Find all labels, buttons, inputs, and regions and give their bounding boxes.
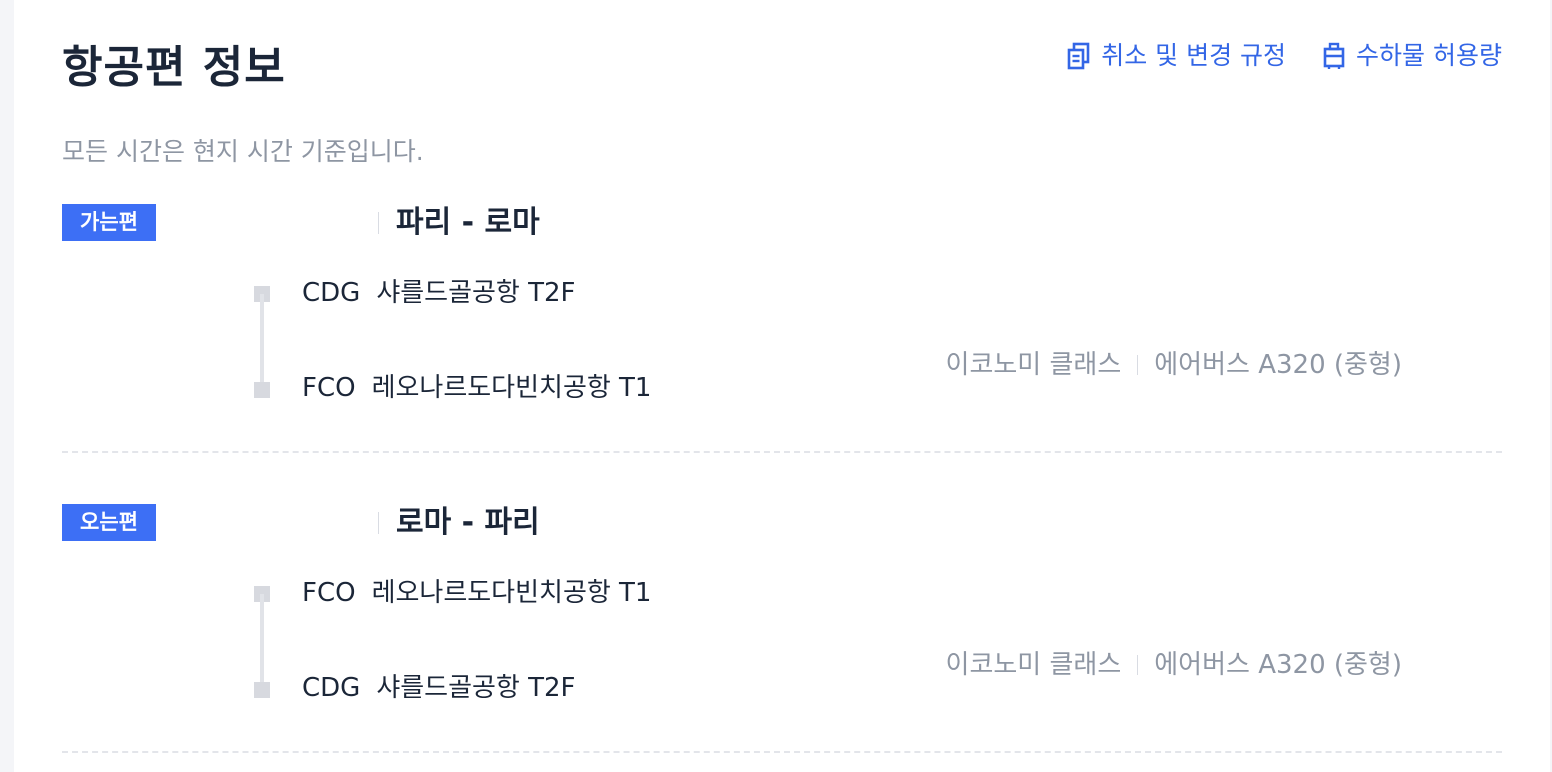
arrival-stop: CDG 샤를드골공항 T2F [302,671,576,705]
outbound-leg: 가는편 파리 - 로마 CDG 샤를드골공항 T2F FCO 레오나르도다빈치공항 … [62,204,1502,444]
arrival-marker [254,682,270,698]
baggage-allowance-link[interactable]: 수하물 허용량 [1322,36,1502,76]
leg-route: 파리 - 로마 [396,205,540,240]
cabin-class: 이코노미 클래스 [945,650,1122,680]
info-separator [1137,655,1139,675]
airport-name: 레오나르도다빈치공항 T1 [371,578,652,608]
airport-name: 레오나르도다빈치공항 T1 [371,373,652,403]
info-separator [1137,355,1139,375]
route-separator [378,212,379,234]
leg-divider [62,451,1502,453]
leg-info: 이코노미 클래스 에어버스 A320 (중형) [946,646,1402,684]
route-separator [378,512,379,534]
leg-divider [62,751,1502,753]
arrival-stop: FCO 레오나르도다빈치공항 T1 [302,371,651,405]
luggage-icon [1322,42,1346,70]
airport-code: CDG [302,278,361,308]
aircraft-type: 에어버스 A320 (중형) [1154,650,1402,680]
cancel-rules-link[interactable]: 취소 및 변경 규정 [1067,36,1286,76]
cancel-rules-label: 취소 및 변경 규정 [1101,41,1287,70]
airport-name: 샤를드골공항 T2F [376,278,576,308]
document-copy-icon [1067,42,1091,70]
local-time-notice: 모든 시간은 현지 시간 기준입니다. [62,137,424,166]
timeline-line [260,594,264,684]
airport-code: CDG [302,673,361,703]
airport-code: FCO [302,373,356,403]
return-leg: 오는편 로마 - 파리 FCO 레오나르도다빈치공항 T1 CDG 샤를드골공항 T… [62,504,1502,744]
leg-badge: 오는편 [62,504,156,541]
departure-stop: FCO 레오나르도다빈치공항 T1 [302,576,651,610]
leg-info: 이코노미 클래스 에어버스 A320 (중형) [946,346,1402,384]
timeline-line [260,294,264,384]
arrival-marker [254,382,270,398]
leg-route: 로마 - 파리 [396,505,540,540]
baggage-allowance-label: 수하물 허용량 [1356,41,1502,70]
flight-info-card: 항공편 정보 취소 및 변경 규정 수하물 허용량 모든 시간은 현지 시간 기… [14,0,1550,772]
airport-code: FCO [302,578,356,608]
aircraft-type: 에어버스 A320 (중형) [1154,350,1402,380]
airport-name: 샤를드골공항 T2F [376,673,576,703]
departure-stop: CDG 샤를드골공항 T2F [302,276,576,310]
page-title: 항공편 정보 [62,42,286,93]
header-links: 취소 및 변경 규정 수하물 허용량 [1067,36,1502,76]
leg-badge: 가는편 [62,204,156,241]
cabin-class: 이코노미 클래스 [945,350,1122,380]
